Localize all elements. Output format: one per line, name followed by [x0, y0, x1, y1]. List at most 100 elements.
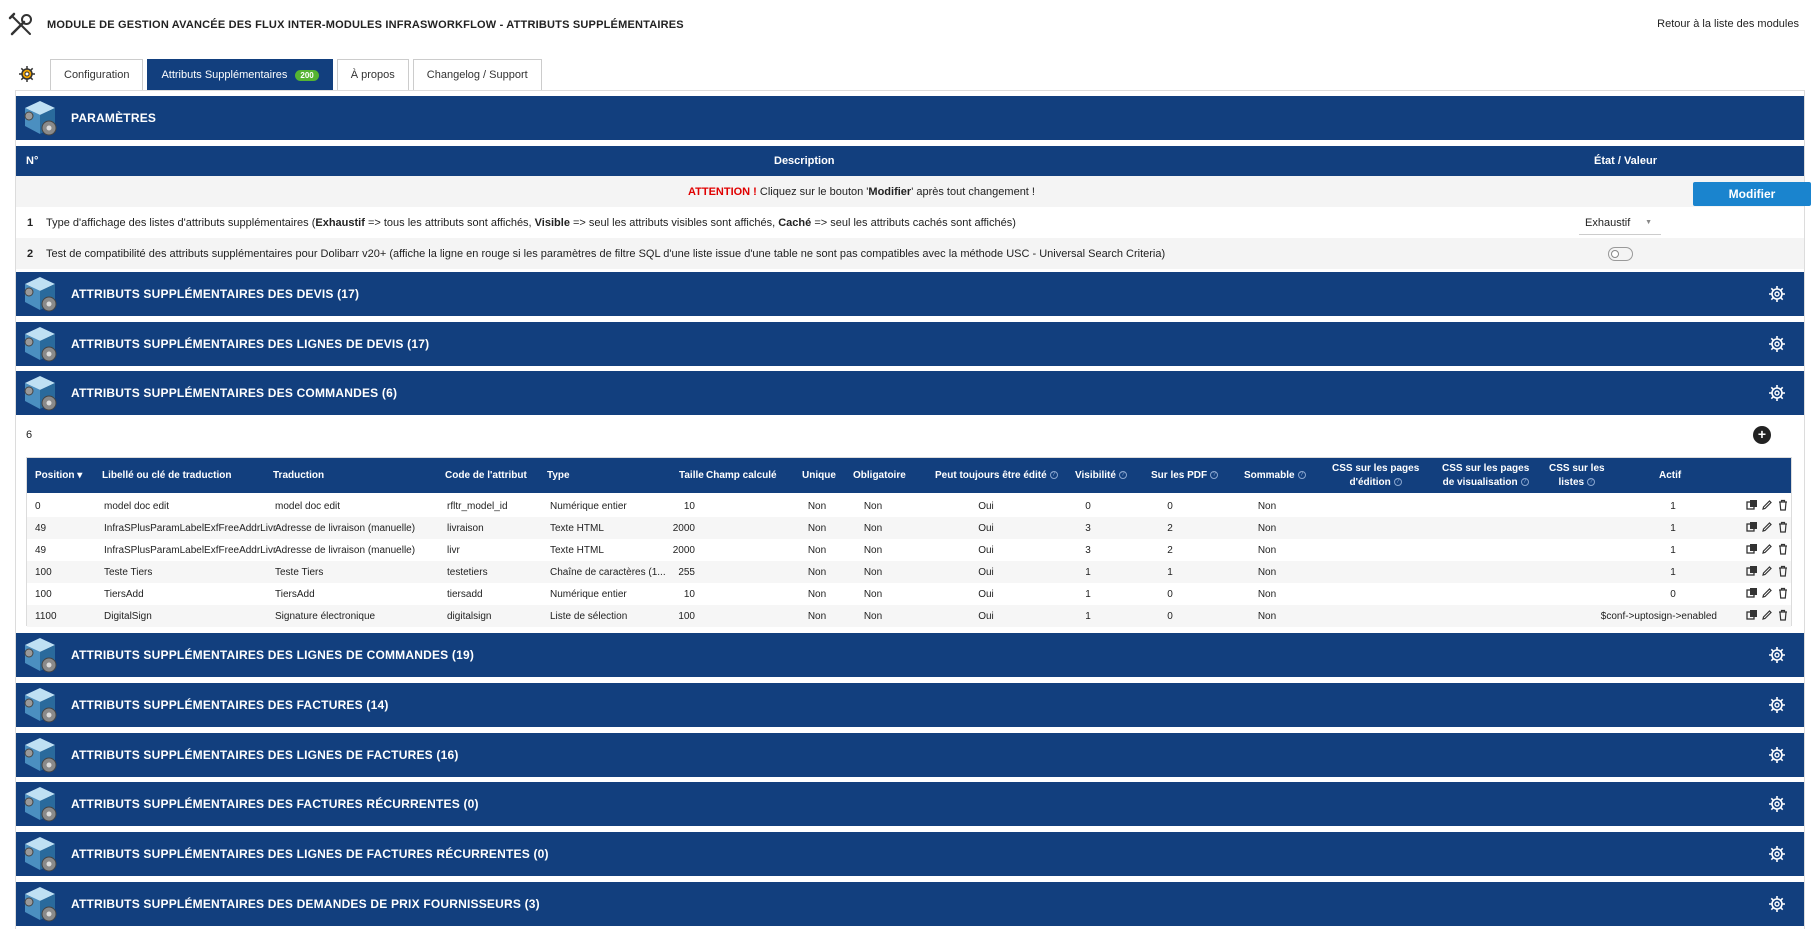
- cell-position: 100: [35, 567, 52, 578]
- header-label: Visibilité: [1075, 470, 1116, 481]
- col-state-value: État / Valeur: [1594, 155, 1657, 167]
- warning-row: ATTENTION ! Cliquez sur le bouton 'Modif…: [16, 176, 1811, 207]
- delete-icon[interactable]: [1777, 543, 1789, 555]
- delete-icon[interactable]: [1777, 609, 1789, 621]
- cell-size: 10: [683, 589, 695, 600]
- info-icon: ?: [1210, 471, 1219, 480]
- cube-gears-icon: [24, 375, 57, 411]
- delete-icon[interactable]: [1777, 565, 1789, 577]
- section-lignes-devis[interactable]: ATTRIBUTS SUPPLÉMENTAIRES DES LIGNES DE …: [16, 322, 1804, 366]
- cell-size: 2000: [672, 523, 695, 534]
- col-num: N°: [26, 155, 39, 167]
- col-summable[interactable]: Sommable?: [1244, 470, 1306, 481]
- cell-unique: Non: [807, 567, 827, 578]
- cell-summable: Non: [1257, 523, 1277, 534]
- tab-changelog-support[interactable]: Changelog / Support: [412, 59, 542, 90]
- delete-icon[interactable]: [1777, 587, 1789, 599]
- col-visibility[interactable]: Visibilité?: [1075, 470, 1127, 481]
- section-demandes-prix-fournisseurs[interactable]: ATTRIBUTS SUPPLÉMENTAIRES DES DEMANDES D…: [16, 882, 1804, 926]
- col-size[interactable]: Taille: [679, 470, 704, 481]
- edit-icon[interactable]: [1761, 543, 1773, 555]
- clone-icon[interactable]: [1746, 499, 1758, 511]
- section-title: ATTRIBUTS SUPPLÉMENTAIRES DES FACTURES R…: [71, 797, 479, 811]
- section-lignes-factures[interactable]: ATTRIBUTS SUPPLÉMENTAIRES DES LIGNES DE …: [16, 733, 1804, 777]
- cell-unique: Non: [807, 523, 827, 534]
- clone-icon[interactable]: [1746, 521, 1758, 533]
- modify-button[interactable]: Modifier: [1693, 182, 1811, 206]
- section-commandes[interactable]: ATTRIBUTS SUPPLÉMENTAIRES DES COMMANDES …: [16, 371, 1804, 415]
- param-text-part: => seul les attributs visibles sont affi…: [569, 217, 779, 229]
- display-type-select[interactable]: Exhaustif ▼: [1579, 211, 1661, 235]
- col-on-pdf[interactable]: Sur les PDF?: [1151, 470, 1219, 481]
- clone-icon[interactable]: [1746, 543, 1758, 555]
- col-unique[interactable]: Unique: [802, 470, 836, 481]
- edit-icon[interactable]: [1761, 609, 1773, 621]
- gear-icon[interactable]: [1768, 895, 1786, 913]
- gear-icon[interactable]: [1768, 335, 1786, 353]
- section-lignes-factures-recurrentes[interactable]: ATTRIBUTS SUPPLÉMENTAIRES DES LIGNES DE …: [16, 832, 1804, 876]
- section-devis[interactable]: ATTRIBUTS SUPPLÉMENTAIRES DES DEVIS (17): [16, 272, 1804, 316]
- tab-label: Changelog / Support: [426, 69, 528, 81]
- clone-icon[interactable]: [1746, 587, 1758, 599]
- cell-unique: Non: [807, 589, 827, 600]
- col-css-view[interactable]: CSS sur les pages de visualisation?: [1442, 462, 1529, 490]
- cell-always-editable: Oui: [978, 501, 994, 512]
- tab-a-propos[interactable]: À propos: [336, 59, 409, 90]
- back-to-modules-link[interactable]: Retour à la liste des modules: [1657, 18, 1799, 30]
- col-description: Description: [774, 155, 835, 167]
- cell-visibility: 0: [1085, 501, 1091, 512]
- section-factures[interactable]: ATTRIBUTS SUPPLÉMENTAIRES DES FACTURES (…: [16, 683, 1804, 727]
- edit-icon[interactable]: [1761, 587, 1773, 599]
- cell-visibility: 1: [1085, 589, 1091, 600]
- col-active[interactable]: Actif: [1659, 470, 1681, 481]
- edit-icon[interactable]: [1761, 499, 1773, 511]
- edit-icon[interactable]: [1761, 521, 1773, 533]
- compat-test-toggle[interactable]: [1608, 247, 1633, 261]
- col-css-edit[interactable]: CSS sur les pages d'édition?: [1332, 462, 1419, 490]
- col-computed[interactable]: Champ calculé: [706, 470, 777, 481]
- cell-unique: Non: [807, 611, 827, 622]
- table-row: 100 Teste Tiers Teste Tiers testetiers Chaîn…: [27, 561, 1791, 583]
- cube-gears-icon: [24, 687, 57, 723]
- section-lignes-commandes[interactable]: ATTRIBUTS SUPPLÉMENTAIRES DES LIGNES DE …: [16, 633, 1804, 677]
- gear-icon[interactable]: [1768, 646, 1786, 664]
- col-position[interactable]: Position ▾: [35, 470, 82, 481]
- delete-icon[interactable]: [1777, 521, 1789, 533]
- clone-icon[interactable]: [1746, 609, 1758, 621]
- col-label[interactable]: Libellé ou clé de traduction: [102, 470, 231, 481]
- warning-prefix: ATTENTION !: [688, 186, 757, 198]
- cell-visibility: 3: [1085, 523, 1091, 534]
- header-label-line: CSS sur les pages: [1442, 463, 1530, 474]
- cube-gears-icon: [24, 100, 57, 136]
- gear-icon[interactable]: [1768, 696, 1786, 714]
- edit-icon[interactable]: [1761, 565, 1773, 577]
- col-required[interactable]: Obligatoire: [853, 470, 906, 481]
- tab-attributs-supplementaires[interactable]: Attributs Supplémentaires 200: [147, 59, 333, 90]
- attribute-count: 6: [26, 429, 33, 441]
- delete-icon[interactable]: [1777, 499, 1789, 511]
- gear-icon[interactable]: [1768, 845, 1786, 863]
- section-title: ATTRIBUTS SUPPLÉMENTAIRES DES LIGNES DE …: [71, 847, 549, 861]
- col-always-editable[interactable]: Peut toujours être édité?: [935, 470, 1058, 481]
- table-row: 0 model doc edit model doc edit rfltr_model…: [27, 495, 1791, 517]
- col-code[interactable]: Code de l'attribut: [445, 470, 527, 481]
- section-title: ATTRIBUTS SUPPLÉMENTAIRES DES COMMANDES …: [71, 386, 398, 400]
- add-attribute-button[interactable]: +: [1753, 426, 1771, 444]
- warning-text-after: ' après tout changement !: [911, 186, 1035, 198]
- cell-on-pdf: 2: [1167, 523, 1173, 534]
- col-translation[interactable]: Traduction: [273, 470, 324, 481]
- clone-icon[interactable]: [1746, 565, 1758, 577]
- cell-code: testetiers: [447, 567, 488, 578]
- section-factures-recurrentes[interactable]: ATTRIBUTS SUPPLÉMENTAIRES DES FACTURES R…: [16, 782, 1804, 826]
- cell-always-editable: Oui: [978, 567, 994, 578]
- gear-icon[interactable]: [1768, 384, 1786, 402]
- header-label-line: de visualisation: [1442, 477, 1518, 488]
- col-css-list[interactable]: CSS sur les listes?: [1549, 462, 1605, 490]
- col-type[interactable]: Type: [547, 470, 570, 481]
- info-icon: ?: [1393, 478, 1402, 487]
- gear-icon[interactable]: [1768, 795, 1786, 813]
- gear-icon[interactable]: [1768, 285, 1786, 303]
- cell-type: Texte HTML: [550, 523, 604, 534]
- gear-icon[interactable]: [1768, 746, 1786, 764]
- tab-configuration[interactable]: Configuration: [50, 59, 144, 90]
